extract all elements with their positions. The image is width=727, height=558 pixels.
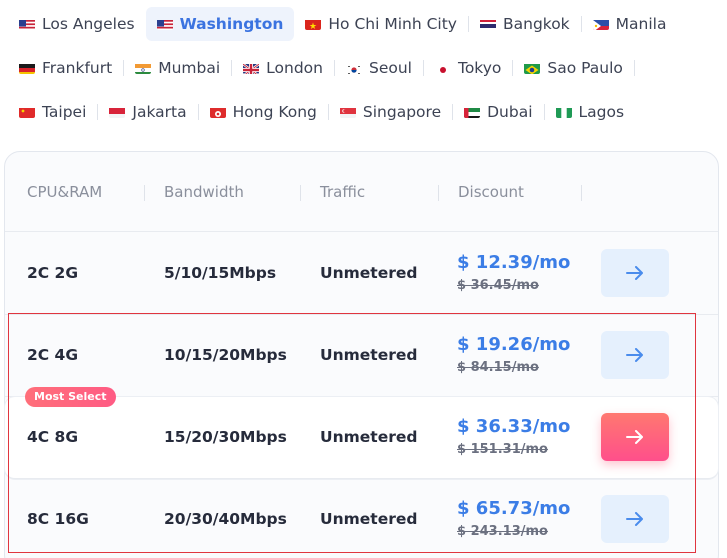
original-price: $ 151.31/mo xyxy=(457,442,548,457)
discount-price: $ 36.33/mo xyxy=(457,416,571,437)
cpu-ram-cell: 8C 16G xyxy=(27,510,89,528)
us-flag-icon xyxy=(156,18,173,30)
location-label: Ho Chi Minh City xyxy=(328,15,457,33)
table-row: 8C 16G 20/30/40Mbps Unmetered $ 65.73/mo… xyxy=(5,479,718,558)
location-singapore[interactable]: Singapore xyxy=(329,95,452,129)
select-plan-button[interactable] xyxy=(601,413,669,461)
location-tokyo[interactable]: Tokyo xyxy=(424,51,512,85)
bandwidth-cell: 5/10/15Mbps xyxy=(164,264,277,282)
traffic-cell: Unmetered xyxy=(320,264,418,282)
location-label: Sao Paulo xyxy=(547,59,623,77)
location-bangkok[interactable]: Bangkok xyxy=(469,7,581,41)
divider xyxy=(633,60,635,76)
vietnam-flag-icon xyxy=(305,18,322,30)
pricing-table: CPU&RAM Bandwidth Traffic Discount 2C 2G… xyxy=(4,151,719,558)
location-row-2: Frankfurt Mumbai London Seoul Tokyo Sao … xyxy=(8,50,720,86)
location-dubai[interactable]: Dubai xyxy=(453,95,543,129)
brazil-flag-icon xyxy=(524,62,541,74)
india-flag-icon xyxy=(135,62,152,74)
header-divider xyxy=(144,185,145,201)
location-label: Hong Kong xyxy=(232,103,317,121)
location-manila[interactable]: Manila xyxy=(582,7,678,41)
arrow-right-icon xyxy=(626,512,643,526)
location-tabs: Los Angeles Washington Ho Chi Minh City … xyxy=(8,6,720,138)
location-sao-paulo[interactable]: Sao Paulo xyxy=(513,51,634,85)
arrow-right-icon xyxy=(626,266,643,280)
thailand-flag-icon xyxy=(479,18,496,30)
most-select-badge: Most Select xyxy=(25,387,116,407)
us-flag-icon xyxy=(19,18,35,30)
location-mumbai[interactable]: Mumbai xyxy=(124,51,231,85)
discount-price: $ 12.39/mo xyxy=(457,252,571,273)
cpu-ram-cell: 4C 8G xyxy=(27,428,79,446)
location-label: Bangkok xyxy=(502,15,570,33)
location-label: Seoul xyxy=(368,59,412,77)
discount-price: $ 65.73/mo xyxy=(457,498,571,519)
location-label: Washington xyxy=(179,15,284,33)
table-header: CPU&RAM Bandwidth Traffic Discount xyxy=(5,152,718,232)
traffic-cell: Unmetered xyxy=(320,346,418,364)
bandwidth-cell: 15/20/30Mbps xyxy=(164,428,287,446)
location-label: Jakarta xyxy=(132,103,187,121)
header-divider xyxy=(438,185,439,201)
table-row-featured: Most Select 4C 8G 15/20/30Mbps Unmetered… xyxy=(5,387,718,479)
discount-price: $ 19.26/mo xyxy=(457,334,571,355)
nigeria-flag-icon xyxy=(555,106,572,118)
location-label: Dubai xyxy=(487,103,533,121)
location-washington[interactable]: Washington xyxy=(145,7,295,41)
select-plan-button[interactable] xyxy=(601,331,669,379)
location-label: Tokyo xyxy=(457,59,502,77)
traffic-cell: Unmetered xyxy=(320,510,418,528)
select-plan-button[interactable] xyxy=(601,249,669,297)
original-price: $ 243.13/mo xyxy=(457,524,548,539)
location-label: Lagos xyxy=(578,103,625,121)
location-lagos[interactable]: Lagos xyxy=(545,95,636,129)
location-label: Taipei xyxy=(42,103,87,121)
singapore-flag-icon xyxy=(339,106,356,118)
location-label: Singapore xyxy=(362,103,442,121)
header-divider xyxy=(581,185,582,201)
cpu-ram-cell: 2C 4G xyxy=(27,346,79,364)
location-label: Los Angeles xyxy=(42,15,135,33)
bandwidth-cell: 10/15/20Mbps xyxy=(164,346,287,364)
location-label: London xyxy=(266,59,323,77)
taiwan-flag-icon xyxy=(19,106,35,118)
location-jakarta[interactable]: Jakarta xyxy=(98,95,197,129)
germany-flag-icon xyxy=(19,62,35,74)
header-divider xyxy=(300,185,301,201)
uk-flag-icon xyxy=(243,62,260,74)
location-seoul[interactable]: Seoul xyxy=(335,51,423,85)
location-los-angeles[interactable]: Los Angeles xyxy=(8,7,146,41)
header-discount: Discount xyxy=(458,183,524,201)
table-row: 2C 4G 10/15/20Mbps Unmetered $ 19.26/mo … xyxy=(5,315,718,397)
korea-flag-icon xyxy=(345,62,362,74)
original-price: $ 36.45/mo xyxy=(457,278,539,293)
select-plan-button[interactable] xyxy=(601,495,669,543)
traffic-cell: Unmetered xyxy=(320,428,418,446)
location-label: Frankfurt xyxy=(42,59,113,77)
arrow-right-icon xyxy=(626,430,643,444)
cpu-ram-cell: 2C 2G xyxy=(27,264,79,282)
location-ho-chi-minh-city[interactable]: Ho Chi Minh City xyxy=(294,7,468,41)
philippines-flag-icon xyxy=(592,18,609,30)
location-row-1: Los Angeles Washington Ho Chi Minh City … xyxy=(8,6,720,42)
location-london[interactable]: London xyxy=(232,51,334,85)
location-frankfurt[interactable]: Frankfurt xyxy=(8,51,123,85)
location-taipei[interactable]: Taipei xyxy=(8,95,97,129)
header-cpu-ram: CPU&RAM xyxy=(27,183,103,201)
location-hong-kong[interactable]: Hong Kong xyxy=(199,95,328,129)
location-label: Manila xyxy=(615,15,667,33)
japan-flag-icon xyxy=(434,62,451,74)
uae-flag-icon xyxy=(464,106,481,118)
indonesia-flag-icon xyxy=(109,106,126,118)
header-traffic: Traffic xyxy=(320,183,366,201)
header-bandwidth: Bandwidth xyxy=(164,183,244,201)
hongkong-flag-icon xyxy=(209,106,226,118)
original-price: $ 84.15/mo xyxy=(457,360,539,375)
location-label: Mumbai xyxy=(158,59,221,77)
location-row-3: Taipei Jakarta Hong Kong Singapore Dubai… xyxy=(8,94,720,130)
arrow-right-icon xyxy=(626,348,643,362)
table-row: 2C 2G 5/10/15Mbps Unmetered $ 12.39/mo $… xyxy=(5,233,718,315)
bandwidth-cell: 20/30/40Mbps xyxy=(164,510,287,528)
